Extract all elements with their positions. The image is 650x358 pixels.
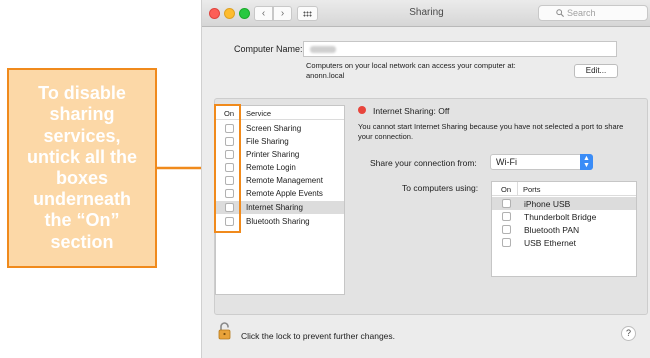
search-icon: [556, 9, 564, 17]
ports-header-ports: Ports: [523, 185, 541, 194]
port-checkbox[interactable]: [502, 225, 511, 234]
annotation-callout: To disable sharing services, untick all …: [7, 68, 157, 268]
port-row[interactable]: Bluetooth PAN: [492, 223, 636, 236]
computer-name-field[interactable]: [303, 41, 617, 57]
select-stepper-icon: ▲ ▼: [580, 154, 593, 170]
port-label: iPhone USB: [524, 199, 571, 209]
share-from-label: Share your connection from:: [370, 158, 477, 168]
computer-name-label: Computer Name:: [234, 44, 303, 54]
edit-button[interactable]: Edit...: [574, 64, 618, 78]
port-label: Thunderbolt Bridge: [524, 212, 597, 222]
service-label: Remote Apple Events: [246, 189, 323, 198]
ports-header-on: On: [501, 185, 512, 194]
port-row[interactable]: USB Ethernet: [492, 236, 636, 249]
port-checkbox[interactable]: [502, 238, 511, 247]
service-label: Internet Sharing: [246, 203, 303, 212]
ports-header: On Ports: [492, 182, 636, 196]
search-field[interactable]: Search: [538, 5, 648, 21]
ports-list: On Ports iPhone USB Thunderbolt Bridge B…: [491, 181, 637, 277]
lock-icon[interactable]: [217, 321, 233, 341]
lock-message: Click the lock to prevent further change…: [241, 331, 396, 341]
service-label: Printer Sharing: [246, 150, 300, 159]
port-row-selected[interactable]: iPhone USB: [492, 197, 636, 210]
on-column-highlight: [214, 104, 241, 233]
service-label: Screen Sharing: [246, 124, 302, 133]
port-checkbox[interactable]: [502, 199, 511, 208]
service-label: Remote Login: [246, 163, 296, 172]
port-label: USB Ethernet: [524, 238, 576, 248]
port-row[interactable]: Thunderbolt Bridge: [492, 210, 636, 223]
port-checkbox[interactable]: [502, 212, 511, 221]
status-indicator: [358, 106, 366, 114]
status-text: Internet Sharing: Off: [373, 106, 450, 116]
port-label: Bluetooth PAN: [524, 225, 580, 235]
share-from-select[interactable]: Wi-Fi ▲ ▼: [490, 154, 593, 170]
service-label: Remote Management: [246, 176, 323, 185]
ports-header-divider: [517, 182, 518, 195]
computer-name-description: Computers on your local network can acce…: [306, 61, 516, 80]
to-computers-label: To computers using:: [402, 183, 479, 193]
search-placeholder: Search: [567, 8, 596, 18]
annotation-text: To disable sharing services, untick all …: [26, 83, 138, 252]
help-button[interactable]: ?: [621, 326, 636, 341]
service-label: File Sharing: [246, 137, 289, 146]
computer-name-redacted: [310, 46, 336, 53]
header-service: Service: [246, 109, 272, 118]
sharing-window: ‹ › Sharing Search Computer Name: Comput…: [201, 0, 650, 358]
share-from-value: Wi-Fi: [496, 157, 517, 167]
status-message: You cannot start Internet Sharing becaus…: [358, 122, 624, 141]
service-label: Bluetooth Sharing: [246, 217, 310, 226]
title-bar: ‹ › Sharing Search: [202, 0, 650, 27]
